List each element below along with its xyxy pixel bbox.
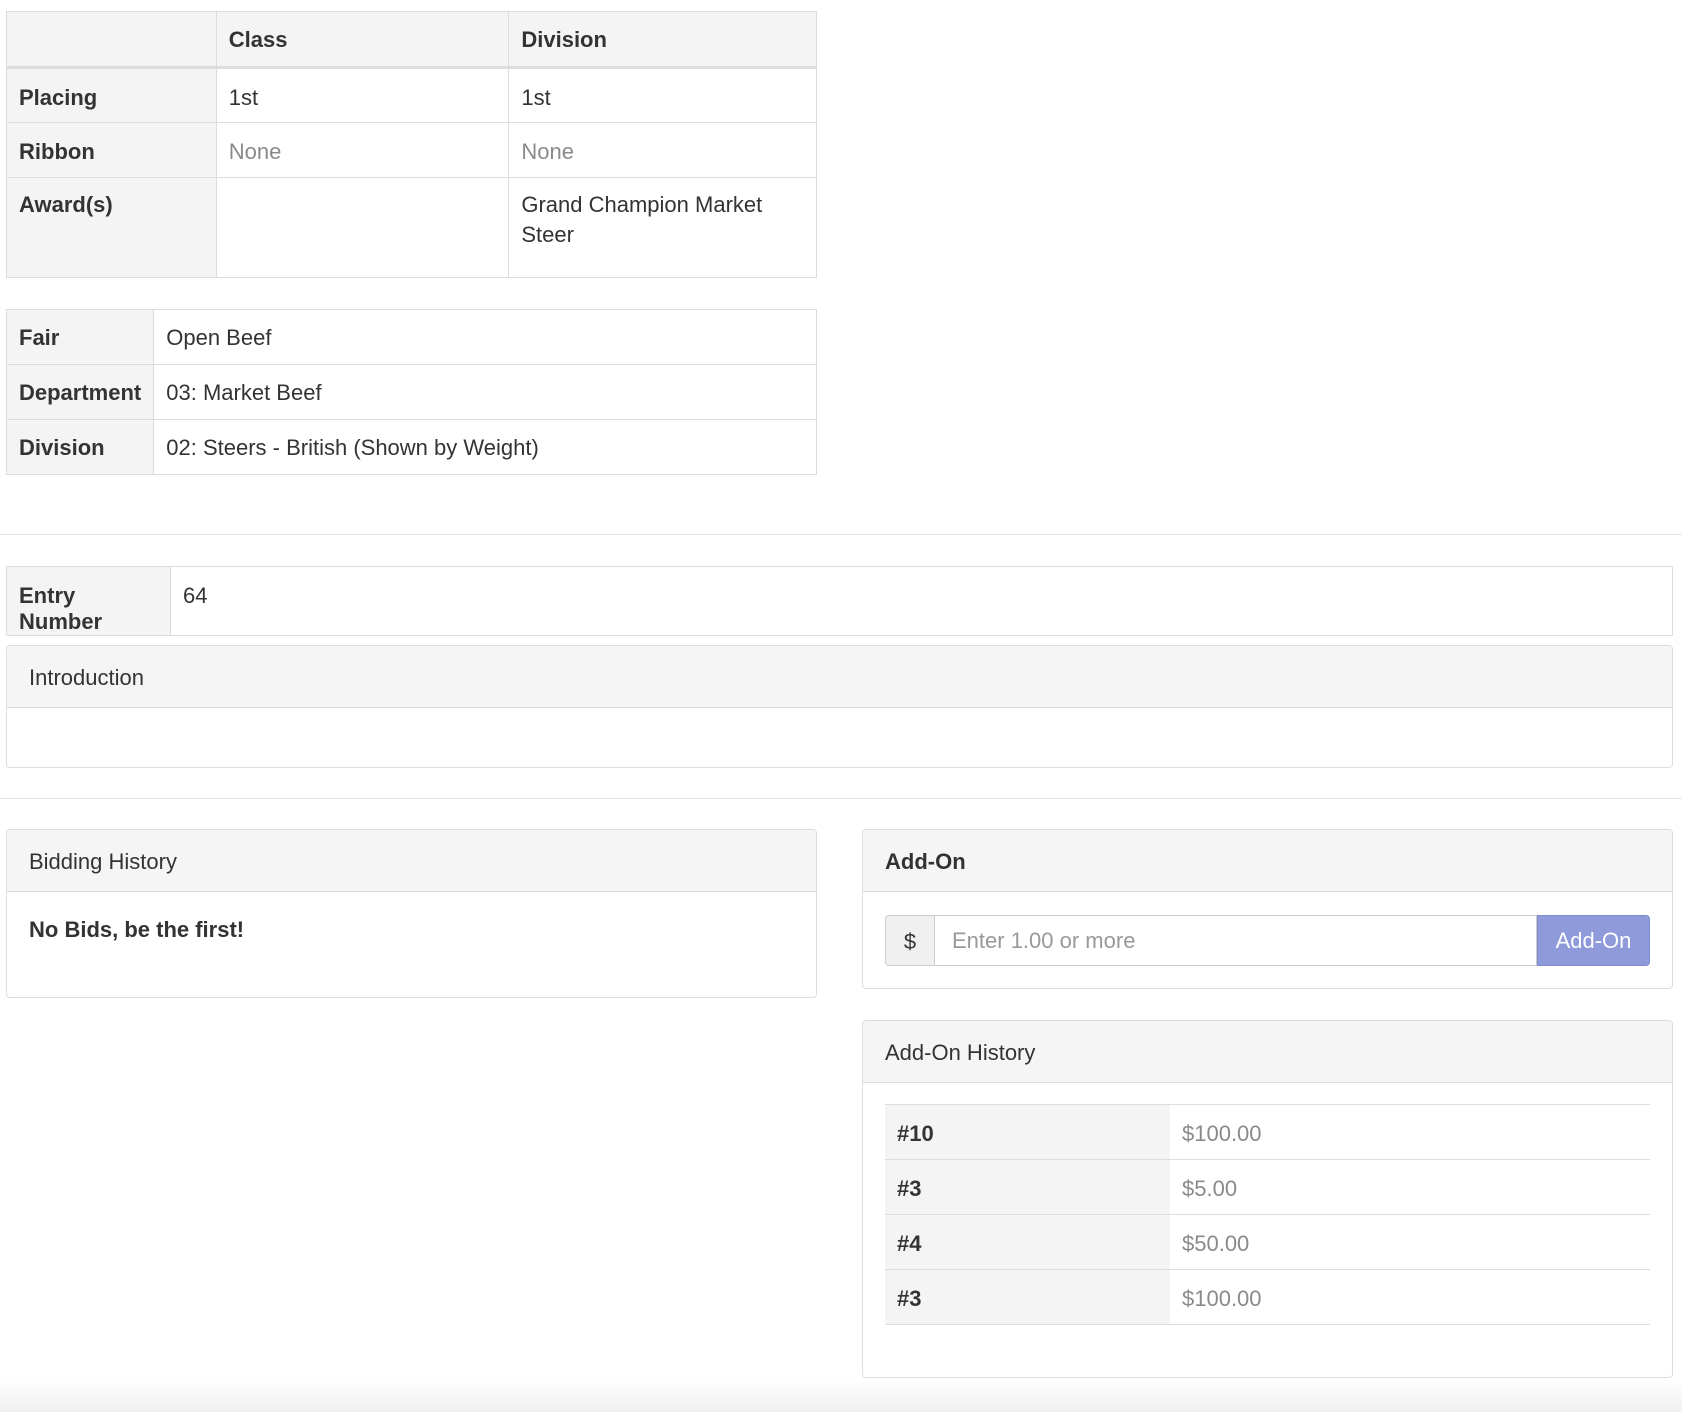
add-on-input-group: $ Add-On: [885, 915, 1650, 966]
table-row: #3 $5.00: [885, 1159, 1650, 1215]
bidding-history-title: Bidding History: [7, 830, 816, 892]
add-on-amount-input[interactable]: [935, 915, 1537, 966]
history-bidder: #10: [885, 1104, 1170, 1160]
ribbon-row: Ribbon None None: [6, 122, 817, 178]
page-bottom-shadow: [0, 1380, 1682, 1412]
divider: [0, 534, 1682, 535]
placing-row: Placing 1st 1st: [6, 67, 817, 123]
add-on-button[interactable]: Add-On: [1537, 915, 1650, 966]
ribbon-class-value: None: [215, 122, 510, 178]
history-bidder: #3: [885, 1269, 1170, 1325]
bidding-history-panel: Bidding History No Bids, be the first!: [6, 829, 817, 998]
fair-value: Open Beef: [153, 309, 817, 365]
add-on-panel: Add-On $ Add-On: [862, 829, 1673, 989]
add-on-title: Add-On: [863, 830, 1672, 892]
history-bidder: #3: [885, 1159, 1170, 1215]
division-label: Division: [5, 419, 155, 475]
add-on-history-panel: Add-On History #10 $100.00 #3 $5.00 #4 $…: [862, 1020, 1673, 1378]
history-amount: $50.00: [1170, 1214, 1650, 1270]
entry-number-value: 64: [170, 566, 1673, 636]
entry-number-table: Entry Number 64: [6, 566, 1673, 636]
placings-table: Class Division Placing 1st 1st Ribbon No…: [6, 11, 817, 278]
placings-header-class: Class: [215, 11, 510, 69]
entry-number-row: Entry Number 64: [6, 566, 1673, 636]
placings-header-division: Division: [508, 11, 817, 69]
placing-label: Placing: [6, 67, 217, 123]
awards-label: Award(s): [6, 177, 217, 278]
fair-info-table: Fair Open Beef Department 03: Market Bee…: [5, 309, 817, 475]
placing-division-value: 1st: [508, 67, 817, 123]
add-on-history-title: Add-On History: [863, 1021, 1672, 1083]
placing-class-value: 1st: [215, 67, 510, 123]
table-row: #3 $100.00: [885, 1269, 1650, 1325]
introduction-title: Introduction: [7, 646, 1672, 708]
no-bids-message: No Bids, be the first!: [29, 917, 245, 942]
table-row: #4 $50.00: [885, 1214, 1650, 1270]
department-row: Department 03: Market Beef: [5, 364, 817, 420]
placings-header-row: Class Division: [6, 11, 817, 69]
ribbon-division-value: None: [508, 122, 817, 178]
history-amount: $100.00: [1170, 1104, 1650, 1160]
table-row: #10 $100.00: [885, 1104, 1650, 1160]
dollar-sign-prefix: $: [885, 915, 935, 966]
history-amount: $5.00: [1170, 1159, 1650, 1215]
fair-label: Fair: [5, 309, 155, 365]
entry-number-label: Entry Number: [6, 566, 171, 636]
awards-row: Award(s) Grand Champion Market Steer: [6, 177, 817, 278]
introduction-panel: Introduction: [6, 645, 1673, 768]
add-on-history-table: #10 $100.00 #3 $5.00 #4 $50.00 #3 $100.0…: [885, 1104, 1650, 1325]
awards-division-value: Grand Champion Market Steer: [508, 177, 817, 278]
ribbon-label: Ribbon: [6, 122, 217, 178]
history-amount: $100.00: [1170, 1269, 1650, 1325]
division-value: 02: Steers - British (Shown by Weight): [153, 419, 817, 475]
department-label: Department: [5, 364, 155, 420]
placings-header-blank: [6, 11, 217, 69]
history-bidder: #4: [885, 1214, 1170, 1270]
division-row: Division 02: Steers - British (Shown by …: [5, 419, 817, 475]
department-value: 03: Market Beef: [153, 364, 817, 420]
fair-row: Fair Open Beef: [5, 309, 817, 365]
awards-class-value: [215, 177, 510, 278]
divider: [0, 798, 1682, 799]
